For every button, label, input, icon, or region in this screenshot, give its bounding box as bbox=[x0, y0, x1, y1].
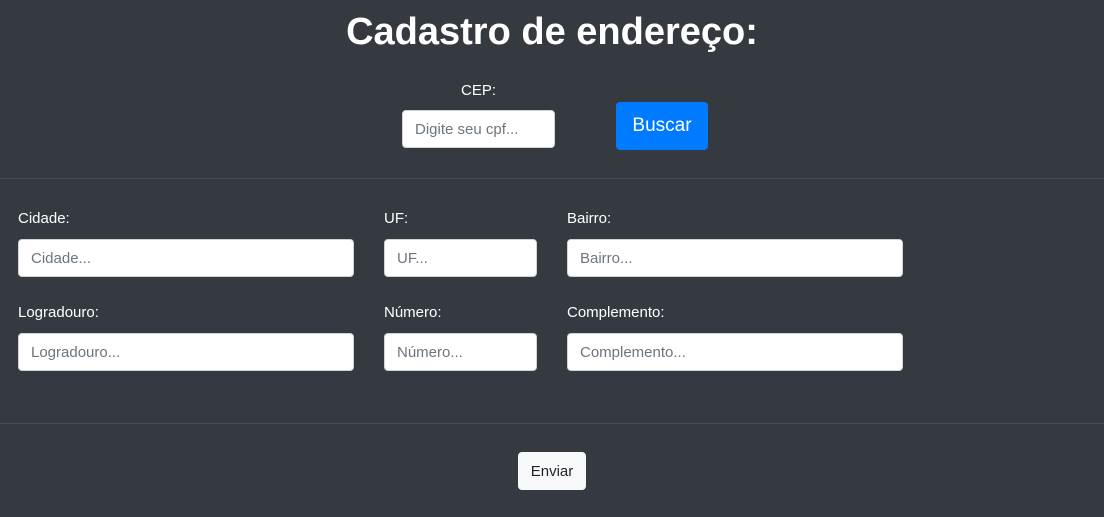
uf-input[interactable] bbox=[384, 239, 537, 277]
logradouro-input[interactable] bbox=[18, 333, 354, 371]
uf-label: UF: bbox=[384, 210, 409, 227]
cep-input[interactable] bbox=[402, 110, 555, 148]
cidade-input[interactable] bbox=[18, 239, 354, 277]
complemento-label: Complemento: bbox=[567, 304, 665, 321]
section-divider-top bbox=[0, 178, 1104, 179]
page-title: Cadastro de endereço: bbox=[346, 11, 758, 53]
bairro-label: Bairro: bbox=[567, 210, 612, 227]
submit-button[interactable]: Enviar bbox=[518, 452, 586, 490]
section-divider-bottom bbox=[0, 423, 1104, 424]
cep-label: CEP: bbox=[460, 82, 496, 99]
cidade-label: Cidade: bbox=[18, 210, 70, 227]
complemento-input[interactable] bbox=[567, 333, 903, 371]
search-button[interactable]: Buscar bbox=[616, 102, 708, 150]
logradouro-label: Logradouro: bbox=[18, 304, 99, 321]
bairro-input[interactable] bbox=[567, 239, 903, 277]
numero-input[interactable] bbox=[384, 333, 537, 371]
numero-label: Número: bbox=[384, 304, 442, 321]
